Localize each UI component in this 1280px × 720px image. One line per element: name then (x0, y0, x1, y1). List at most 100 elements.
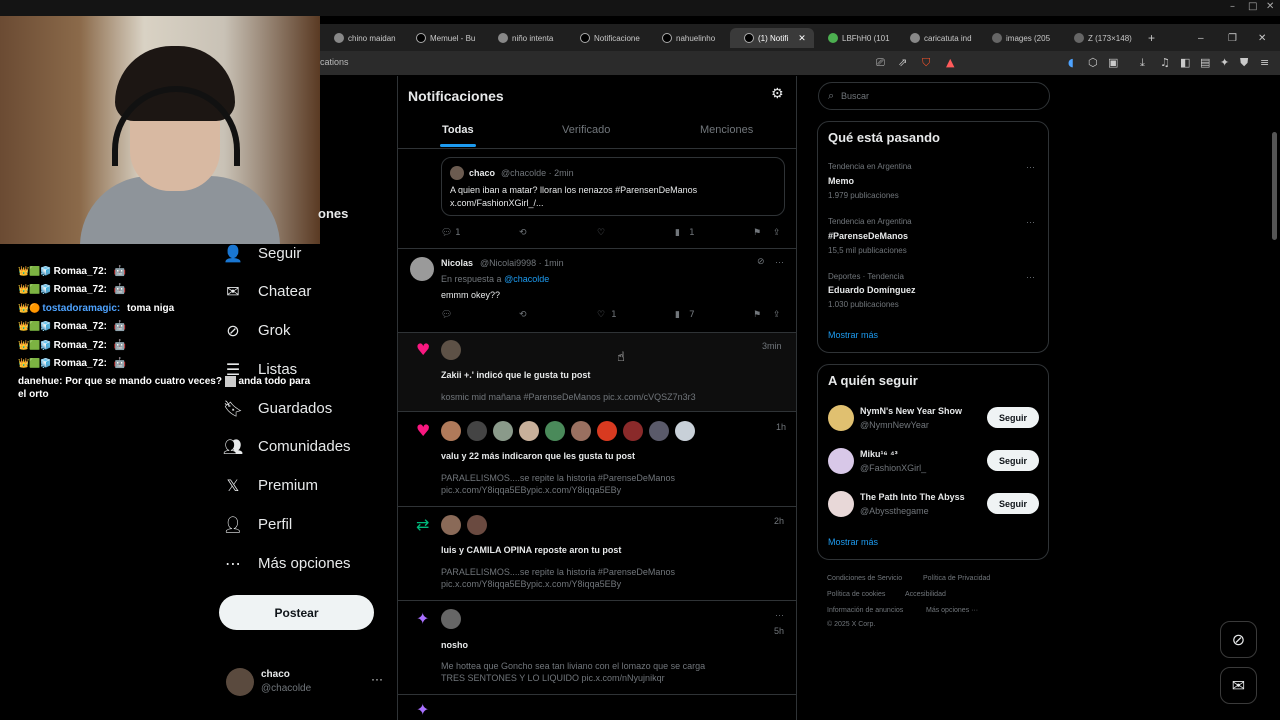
account-switcher[interactable]: chaco @chacolde ··· (226, 666, 386, 698)
close-window-icon[interactable]: ✕ (1256, 28, 1272, 48)
avatar[interactable] (597, 421, 617, 441)
share-icon[interactable]: ⇪ (773, 228, 781, 238)
wallet-icon[interactable]: ▤ (1200, 56, 1210, 69)
avatar[interactable] (410, 257, 434, 281)
sidebar-icon[interactable]: ◧ (1180, 56, 1190, 69)
tab-all[interactable]: Todas (442, 124, 474, 136)
menu-icon[interactable]: ≡ (1260, 56, 1269, 69)
more-icon[interactable]: ··· (775, 610, 784, 620)
avatar[interactable] (441, 515, 461, 535)
vpn-icon[interactable]: ⛊ (1240, 56, 1248, 70)
footer-link[interactable]: Accesibilidad (905, 591, 946, 598)
download-icon[interactable]: ⤓ (1140, 56, 1145, 70)
restore-icon[interactable]: ❐ (1226, 28, 1242, 48)
nav-lists[interactable]: ☰ Listas (222, 360, 297, 379)
share-icon[interactable]: ⇗ (898, 56, 907, 69)
browser-tab[interactable]: nahuelinho (648, 28, 724, 48)
nav-grok[interactable]: ⊘ Grok (222, 321, 290, 340)
footer-link[interactable]: Política de Privacidad (923, 575, 990, 582)
tab-mentions[interactable]: Menciones (700, 124, 753, 136)
screen-icon[interactable]: ▣ (1108, 56, 1118, 69)
browser-tab[interactable]: images (205 (978, 28, 1054, 48)
messages-button[interactable]: ✉ (1220, 667, 1257, 704)
browser-tab[interactable]: LBFhH0 (101 (814, 28, 890, 48)
minimize-icon[interactable]: – (1196, 28, 1212, 48)
close-tab-icon[interactable]: ✕ (798, 33, 806, 44)
more-icon[interactable]: ··· (1026, 162, 1035, 172)
rewards-icon[interactable]: ▲ (946, 56, 954, 69)
more-icon[interactable]: ··· (775, 257, 784, 267)
views-icon[interactable]: ▮ (675, 310, 680, 320)
media-icon[interactable]: ♫ (1160, 56, 1170, 69)
tab-verified[interactable]: Verificado (562, 124, 610, 136)
nav-profile[interactable]: 👤︎ Perfil (222, 515, 292, 534)
minimize-icon[interactable]: – (1230, 1, 1235, 12)
footer-link[interactable]: Información de anuncios (827, 607, 903, 614)
browser-tab[interactable]: Notificacione (566, 28, 642, 48)
bookmark-icon[interactable]: ⚑ (753, 310, 761, 320)
cast-icon[interactable]: ⎚ (876, 56, 885, 70)
avatar[interactable] (467, 421, 487, 441)
more-icon[interactable]: ··· (1026, 217, 1035, 227)
footer-link[interactable]: Política de cookies (827, 591, 885, 598)
nav-chat[interactable]: ✉ Chatear (222, 282, 311, 301)
avatar[interactable] (519, 421, 539, 441)
scrollbar[interactable] (1272, 132, 1277, 240)
maximize-icon[interactable]: □ (1248, 1, 1257, 12)
grok-icon[interactable]: ⊘ (757, 257, 765, 267)
badge-icon: 👑🟩🧊 (18, 265, 52, 276)
share-icon[interactable]: ⇪ (773, 310, 781, 320)
nav-communities[interactable]: 👥︎ Comunidades (222, 437, 351, 456)
leo-icon[interactable]: ✦ (1220, 56, 1229, 69)
more-icon[interactable]: ··· (371, 672, 383, 686)
repost-icon[interactable]: ⟲ (519, 228, 527, 238)
follow-button[interactable]: Seguir (987, 407, 1039, 428)
follow-button[interactable]: Seguir (987, 493, 1039, 514)
like-icon[interactable]: ♡ (597, 228, 605, 238)
avatar[interactable] (571, 421, 591, 441)
like-icon[interactable]: ♡ (597, 310, 605, 320)
quoted-post[interactable]: chaco @chacolde · 2min A quien iban a ma… (441, 157, 785, 216)
browser-tab[interactable]: niño intenta (484, 28, 560, 48)
search-input[interactable]: ⌕ Buscar (818, 82, 1050, 110)
audio-icon[interactable]: ◖ (1068, 56, 1074, 69)
repost-icon[interactable]: ⟲ (519, 310, 527, 320)
footer-link[interactable]: Más opciones ··· (926, 607, 978, 614)
bookmark-icon[interactable]: ⚑ (753, 228, 761, 238)
nav-label-partial[interactable]: ones (318, 206, 348, 221)
brave-shield-icon[interactable]: ⛉ (922, 56, 930, 70)
nav-more[interactable]: ⋯ Más opciones (222, 554, 351, 573)
more-icon[interactable]: ··· (1026, 272, 1035, 282)
reply-icon[interactable]: 💬︎ (441, 228, 452, 238)
avatar[interactable] (467, 515, 487, 535)
views-icon[interactable]: ▮ (675, 228, 680, 238)
close-window-icon[interactable]: ✕ (1266, 1, 1274, 12)
footer-link[interactable]: Condiciones de Servicio (827, 575, 902, 582)
avatar[interactable] (545, 421, 565, 441)
gear-icon[interactable]: ⚙ (771, 86, 784, 102)
browser-tab[interactable]: caricatuta ind (896, 28, 972, 48)
avatar[interactable] (649, 421, 669, 441)
grok-button[interactable]: ⊘ (1220, 621, 1257, 658)
browser-tab[interactable]: chino maidan (320, 28, 396, 48)
nav-premium[interactable]: 𝕏 Premium (222, 476, 318, 495)
show-more-link[interactable]: Mostrar más (828, 330, 878, 340)
avatar[interactable] (493, 421, 513, 441)
avatar[interactable] (675, 421, 695, 441)
avatar[interactable] (623, 421, 643, 441)
avatar[interactable] (441, 340, 461, 360)
browser-tab[interactable]: Z (173×148) (1060, 28, 1136, 48)
avatar[interactable] (441, 421, 461, 441)
address-bar[interactable]: cations ⎚ ⇗ ⛉ ▲ ◖ ⬡ ▣ ⤓ ♫ ◧ ▤ ✦ ⛊ ≡ (320, 51, 1280, 75)
nav-follow[interactable]: 👤 Seguir (222, 244, 301, 263)
post-button[interactable]: Postear (219, 595, 374, 630)
avatar[interactable] (441, 609, 461, 629)
nav-bookmarks[interactable]: 🔖︎ Guardados (222, 399, 332, 418)
browser-tab[interactable]: Memuel - Bu (402, 28, 478, 48)
show-more-link[interactable]: Mostrar más (828, 537, 878, 547)
new-tab-button[interactable]: + (1142, 28, 1162, 48)
extension-icon[interactable]: ⬡ (1088, 56, 1098, 69)
browser-tab-active[interactable]: (1) Notifi ✕ (730, 28, 814, 48)
reply-icon[interactable]: 💬︎ (441, 310, 452, 320)
follow-button[interactable]: Seguir (987, 450, 1039, 471)
